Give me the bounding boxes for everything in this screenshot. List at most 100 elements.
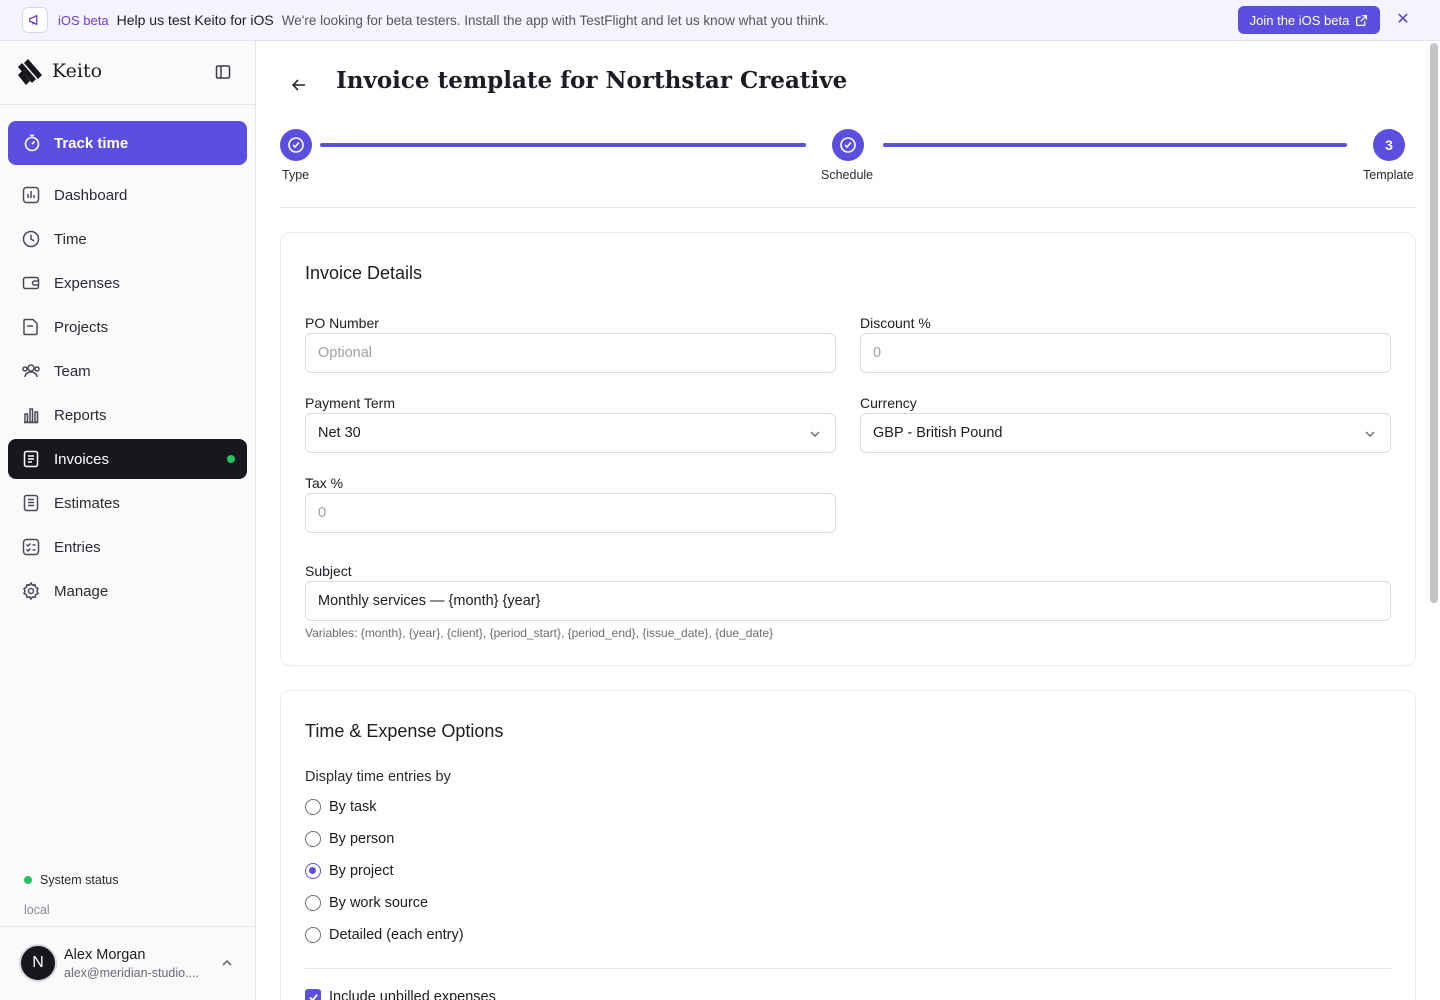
track-time-label: Track time <box>54 134 129 152</box>
step-schedule-check-icon[interactable] <box>832 129 864 161</box>
time-expense-card: Time & Expense Options Display time entr… <box>280 690 1416 1000</box>
sidebar-item-reports[interactable]: Reports <box>8 395 247 435</box>
main-nav: Dashboard Time Expenses Projects Team Re… <box>8 175 247 615</box>
radio-circle[interactable] <box>305 831 321 847</box>
radio-label: Detailed (each entry) <box>329 927 464 943</box>
chevron-up-icon[interactable] <box>220 956 234 970</box>
sidebar-item-label: Entries <box>54 538 101 556</box>
discount-input[interactable]: 0 <box>860 333 1391 373</box>
sidebar-item-manage[interactable]: Manage <box>8 571 247 611</box>
radio-label: By project <box>329 863 394 879</box>
chevron-down-icon <box>1365 431 1375 437</box>
currency-select[interactable]: GBP - British Pound <box>860 413 1391 453</box>
sidebar-item-expenses[interactable]: Expenses <box>8 263 247 303</box>
radio-by-work-source[interactable]: By work source <box>305 895 428 911</box>
radio-circle[interactable] <box>305 799 321 815</box>
status-dot <box>24 876 32 884</box>
banner-title: Help us test Keito for iOS <box>116 12 274 28</box>
radio-label: By work source <box>329 895 429 911</box>
scrollbar[interactable] <box>1430 43 1438 603</box>
sidebar-item-label: Expenses <box>54 274 120 292</box>
user-name: Alex Morgan <box>64 947 146 963</box>
environment-label: local <box>24 903 50 917</box>
external-link-icon <box>1356 14 1368 26</box>
join-ios-beta-button[interactable]: Join the iOS beta <box>1238 6 1380 34</box>
sidebar-item-label: Time <box>54 230 87 248</box>
bar-chart-icon <box>24 408 39 424</box>
back-arrow-icon[interactable] <box>290 76 308 94</box>
time-expense-heading: Time & Expense Options <box>305 721 504 741</box>
sidebar-item-label: Manage <box>54 582 109 600</box>
checklist-icon <box>22 538 40 556</box>
keito-logo-icon <box>18 59 42 85</box>
po-number-label: PO Number <box>305 315 379 331</box>
tax-label: Tax % <box>305 475 344 491</box>
po-number-input[interactable]: Optional <box>305 333 836 373</box>
variables-hint: Variables: {month}, {year}, {client}, {p… <box>305 626 774 640</box>
radio-by-task[interactable]: By task <box>305 799 377 815</box>
sidebar-item-label: Team <box>54 362 91 380</box>
currency-value: GBP - British Pound <box>873 425 1003 441</box>
include-expenses-label: Include unbilled expenses <box>329 989 496 1000</box>
team-icon <box>22 364 40 378</box>
radio-by-person[interactable]: By person <box>305 831 394 847</box>
radio-circle[interactable] <box>305 895 321 911</box>
clock-icon <box>22 230 40 248</box>
step-template-number[interactable]: 3 <box>1373 129 1405 161</box>
radio-detailed[interactable]: Detailed (each entry) <box>305 927 464 943</box>
user-email: alex@meridian-studio.... <box>64 966 199 980</box>
sidebar-item-label: Dashboard <box>54 186 128 204</box>
invoice-icon <box>23 450 39 468</box>
payment-term-select[interactable]: Net 30 <box>305 413 836 453</box>
sidebar-item-entries[interactable]: Entries <box>8 527 247 567</box>
radio-by-project[interactable]: By project <box>305 863 393 879</box>
checkbox-checked-icon[interactable] <box>305 989 321 1000</box>
banner-description: We're looking for beta testers. Install … <box>281 12 829 28</box>
main-content: Invoice template for Northstar Creative … <box>256 41 1440 1000</box>
radio-circle-selected[interactable] <box>305 863 321 879</box>
dashboard-icon <box>22 186 40 204</box>
sidebar-item-projects[interactable]: Projects <box>8 307 247 347</box>
estimate-icon <box>23 494 39 512</box>
sidebar-item-estimates[interactable]: Estimates <box>8 483 247 523</box>
sidebar: Keito Track time Dashboard Time Expenses… <box>0 41 256 1000</box>
stopwatch-icon <box>24 134 40 152</box>
page-title: Invoice template for Northstar Creative <box>336 67 848 94</box>
radio-label: By task <box>329 799 377 815</box>
avatar: N <box>19 944 57 982</box>
sidebar-item-invoices[interactable]: Invoices <box>8 439 247 479</box>
radio-circle[interactable] <box>305 927 321 943</box>
user-menu[interactable]: N Alex Morgan alex@meridian-studio.... <box>0 926 255 1000</box>
track-time-button[interactable]: Track time <box>8 121 247 165</box>
currency-label: Currency <box>860 395 917 411</box>
wallet-icon <box>22 276 40 290</box>
banner-tag: iOS beta <box>58 12 109 28</box>
system-status-link[interactable]: System status <box>24 873 119 887</box>
step-connector <box>320 143 806 147</box>
sidebar-item-time[interactable]: Time <box>8 219 247 259</box>
sidebar-item-label: Invoices <box>54 450 110 468</box>
tax-input[interactable]: 0 <box>305 493 836 533</box>
join-label: Join the iOS beta <box>1249 12 1350 28</box>
sidebar-item-team[interactable]: Team <box>8 351 247 391</box>
sidebar-item-dashboard[interactable]: Dashboard <box>8 175 247 215</box>
radio-label: By person <box>329 831 395 847</box>
invoice-details-heading: Invoice Details <box>305 263 423 283</box>
payment-term-label: Payment Term <box>305 395 395 411</box>
chevron-down-icon <box>810 431 820 437</box>
close-banner-icon[interactable]: ✕ <box>1394 11 1412 29</box>
subject-input[interactable]: Monthly services — {month} {year} <box>305 581 1391 621</box>
discount-label: Discount % <box>860 315 931 331</box>
beta-banner: iOS beta Help us test Keito for iOS We'r… <box>0 0 1440 41</box>
step-type-check-icon[interactable] <box>280 129 312 161</box>
gear-icon <box>23 581 39 601</box>
include-expenses-checkbox[interactable]: Include unbilled expenses <box>305 989 496 1000</box>
sidebar-toggle-icon[interactable] <box>214 63 232 81</box>
megaphone-icon <box>22 7 48 33</box>
divider <box>280 207 1416 208</box>
active-indicator-dot <box>227 455 235 463</box>
sidebar-item-label: Reports <box>54 406 107 424</box>
system-status-label: System status <box>40 873 119 887</box>
step-type-label: Type <box>282 168 310 182</box>
invoice-details-card: Invoice Details PO Number Optional Disco… <box>280 232 1416 666</box>
